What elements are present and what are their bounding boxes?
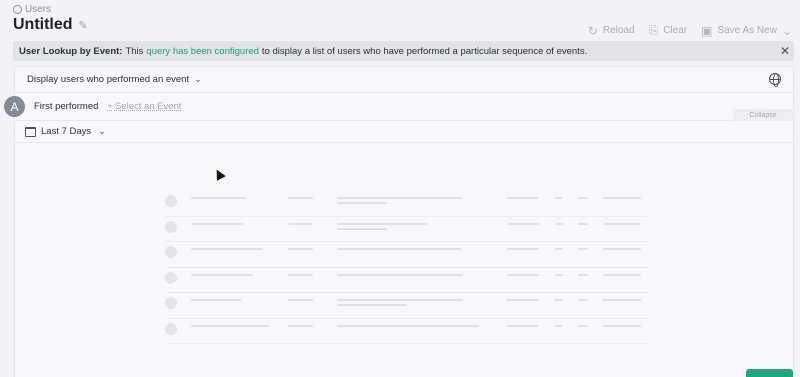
step-avatar: A	[4, 96, 25, 117]
banner-link[interactable]: query has been configured	[146, 46, 259, 57]
skeleton-bar	[191, 324, 269, 327]
clear-icon: ⎘	[648, 23, 659, 37]
skeleton-bar	[603, 299, 641, 301]
save-as-new-button[interactable]: ▣ Save As New ⌄	[701, 23, 792, 38]
skeleton-bar	[191, 197, 246, 199]
help-tab[interactable]	[746, 369, 793, 377]
skeleton-bar	[578, 222, 588, 225]
skeleton-bar	[337, 248, 461, 250]
skeleton-bar	[337, 304, 407, 306]
skeleton-row	[165, 319, 651, 344]
toolbar: ↻ Reload ⎘ Clear ▣ Save As New ⌄	[588, 23, 792, 38]
query-panel: Display users who performed an event ⌄ F…	[14, 66, 794, 377]
skeleton-bar	[337, 227, 387, 230]
skeleton-bar	[337, 273, 463, 276]
select-event-label: Select an Event	[114, 101, 182, 112]
users-icon	[13, 5, 22, 14]
clear-label: Clear	[663, 25, 688, 36]
info-banner: User Lookup by Event: This query has bee…	[13, 41, 794, 61]
select-event-button[interactable]: + Select an Event	[107, 101, 181, 112]
skeleton-row	[165, 242, 651, 268]
skeleton-bar	[603, 324, 641, 327]
skeleton-bar	[603, 197, 641, 199]
skeleton-bar	[191, 273, 253, 276]
skeleton-bar	[555, 222, 563, 225]
skeleton-bar	[288, 324, 313, 327]
skeleton-bar	[337, 202, 387, 204]
globe-icon[interactable]	[769, 73, 781, 87]
date-range-picker[interactable]: Last 7 Days ⌄	[15, 121, 793, 143]
event-step-row: First performed + Select an Event Collaps…	[15, 93, 793, 121]
skeleton-bar	[555, 197, 563, 199]
skeleton-bar	[507, 299, 539, 301]
chevron-down-icon: ⌄	[194, 74, 202, 84]
avatar-placeholder-icon	[165, 195, 177, 207]
avatar-placeholder-icon	[165, 246, 177, 258]
avatar-placeholder-icon	[165, 271, 177, 284]
skeleton-bar	[578, 273, 588, 276]
skeleton-bar	[191, 299, 241, 301]
page-title: Untitled ✎	[13, 16, 88, 34]
skeleton-bar	[288, 248, 313, 250]
skeleton-row	[165, 293, 651, 319]
chevron-down-icon: ⌄	[98, 126, 106, 136]
skeleton-bar	[288, 273, 313, 276]
skeleton-row	[165, 191, 651, 217]
skeleton-bar	[507, 248, 539, 250]
chevron-down-icon: ⌄	[781, 23, 792, 38]
skeleton-row	[165, 268, 651, 293]
skeleton-bar	[288, 299, 313, 301]
calendar-icon	[25, 126, 36, 137]
skeleton-bar	[555, 324, 563, 327]
banner-title: User Lookup by Event:	[19, 45, 123, 57]
skeleton-bar	[578, 299, 588, 301]
banner-post: to display a list of users who have perf…	[261, 45, 588, 57]
display-mode-dropdown[interactable]: Display users who performed an event ⌄	[15, 67, 793, 93]
skeleton-bar	[555, 273, 563, 276]
reload-button[interactable]: ↻ Reload	[588, 23, 635, 38]
skeleton-bar	[578, 324, 588, 327]
skeleton-bar	[191, 248, 263, 250]
skeleton-bar	[337, 197, 462, 199]
clear-button[interactable]: ⎘ Clear	[649, 23, 688, 38]
close-icon[interactable]: ✕	[780, 44, 790, 58]
breadcrumb-label: Users	[25, 4, 52, 15]
skeleton-bar	[337, 299, 463, 301]
avatar-placeholder-icon	[165, 322, 177, 335]
skeleton-bar	[603, 273, 641, 276]
collapse-button[interactable]: Collapse	[733, 109, 793, 121]
skeleton-bar	[288, 222, 313, 225]
save-icon: ▣	[701, 23, 713, 38]
skeleton-bar	[337, 324, 479, 327]
skeleton-bar	[337, 222, 427, 225]
loading-skeleton-table	[165, 191, 651, 344]
skeleton-bar	[191, 222, 243, 225]
save-as-new-label: Save As New	[717, 25, 777, 36]
skeleton-bar	[555, 299, 563, 301]
skeleton-bar	[578, 197, 588, 199]
step-label: First performed	[34, 101, 99, 112]
breadcrumb[interactable]: Users	[13, 4, 51, 15]
skeleton-bar	[555, 248, 563, 250]
pencil-icon[interactable]: ✎	[79, 19, 88, 32]
skeleton-bar	[507, 197, 539, 199]
reload-icon: ↻	[587, 23, 598, 38]
date-range-label: Last 7 Days	[41, 126, 92, 137]
skeleton-bar	[507, 273, 539, 276]
avatar-placeholder-icon	[165, 297, 177, 309]
skeleton-bar	[288, 197, 313, 199]
avatar-placeholder-icon	[165, 220, 177, 233]
skeleton-bar	[603, 248, 641, 250]
skeleton-bar	[507, 324, 539, 327]
reload-label: Reload	[602, 25, 635, 36]
skeleton-bar	[603, 222, 641, 225]
page-title-text: Untitled	[13, 16, 73, 33]
skeleton-bar	[507, 222, 539, 225]
skeleton-bar	[578, 248, 588, 250]
display-mode-label: Display users who performed an event	[27, 74, 190, 85]
banner-pre: This	[125, 45, 144, 57]
skeleton-row	[165, 217, 651, 242]
